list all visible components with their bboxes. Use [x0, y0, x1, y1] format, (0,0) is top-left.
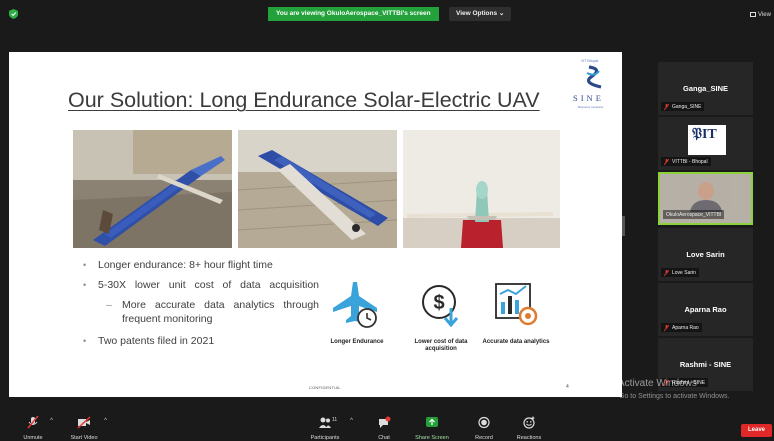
- muted-microphone-icon: [27, 415, 39, 429]
- participants-button[interactable]: 11 Participants ^: [305, 416, 353, 441]
- logo-name: SINE: [573, 93, 604, 103]
- chat-label: Chat: [378, 435, 390, 441]
- panel-resize-handle[interactable]: [622, 216, 625, 236]
- muted-mic-icon: [664, 269, 669, 276]
- record-label: Record: [475, 435, 493, 441]
- vit-logo-avatar: 𝔓IT: [688, 125, 726, 155]
- participant-name: Aparna Rao: [684, 305, 727, 314]
- logo-top-text: VIT Bhopal: [581, 59, 599, 63]
- reactions-button[interactable]: Reactions: [514, 416, 544, 441]
- video-off-icon: [77, 416, 91, 429]
- feature-label: Accurate data analytics: [482, 339, 550, 345]
- sine-swirl-icon: [586, 65, 602, 89]
- participant-label-text: Ganga_SINE: [672, 103, 702, 110]
- chevron-up-icon[interactable]: ^: [104, 418, 107, 424]
- security-shield-icon[interactable]: [9, 9, 18, 19]
- feature-lower-cost: $ Lower cost of data acquisition: [402, 278, 480, 353]
- leave-button[interactable]: Leave: [741, 424, 772, 437]
- participants-count: 11: [332, 417, 338, 423]
- grid-icon: [750, 12, 756, 17]
- participant-tile[interactable]: Love Sarin Love Sarin: [658, 228, 753, 281]
- dollar-down-icon: $: [422, 285, 459, 328]
- slide-page-number: 4: [566, 384, 569, 390]
- uav-photo-floor: [238, 130, 397, 248]
- share-screen-label: Share Screen: [415, 435, 449, 441]
- start-video-button[interactable]: Start Video ^: [67, 416, 107, 441]
- top-bar: You are viewing OkuloAerospace_VITTBI's …: [0, 0, 774, 28]
- share-screen-icon: [426, 417, 438, 427]
- chat-button[interactable]: Chat: [373, 416, 395, 441]
- vit-logo-mark: 𝔓IT: [692, 127, 717, 142]
- participant-name: Rashmi - SINE: [679, 360, 732, 369]
- bullet-list: Longer endurance: 8+ hour flight time 5-…: [79, 258, 319, 354]
- participant-label-text: OkuloAerospace_VITTBI: [666, 211, 722, 218]
- participant-tile[interactable]: 𝔓IT VITTBI - Bhopal: [658, 117, 753, 170]
- feature-label: Lower cost of data acquisition: [414, 339, 468, 352]
- participant-video: [680, 178, 732, 212]
- participant-label: Love Sarin: [661, 268, 699, 277]
- record-button[interactable]: Record: [472, 416, 496, 441]
- sub-bullet-item: More accurate data analytics through fre…: [79, 298, 319, 326]
- activate-windows-subtext: Go to Settings to activate Windows.: [619, 393, 730, 400]
- bullet-item: Two patents filed in 2021: [79, 334, 319, 348]
- view-layout-button[interactable]: View: [750, 12, 771, 18]
- uav-photo-table: [403, 130, 560, 248]
- participant-label-text: VITTBI - Bhopal: [672, 158, 708, 165]
- participant-label-text: Aparna Rao: [672, 324, 699, 331]
- view-layout-label: View: [758, 12, 771, 18]
- share-screen-button[interactable]: Share Screen: [412, 416, 452, 441]
- participant-label: OkuloAerospace_VITTBI: [663, 210, 725, 219]
- participant-name: Love Sarin: [686, 250, 725, 259]
- chevron-up-icon[interactable]: ^: [50, 418, 53, 424]
- slide-title: Our Solution: Long Endurance Solar-Elect…: [68, 88, 540, 112]
- start-video-label: Start Video: [70, 435, 98, 441]
- participant-tile[interactable]: Ganga_SINE Ganga_SINE: [658, 62, 753, 115]
- uav-photo-patio: [73, 130, 232, 248]
- participant-tile-active-speaker[interactable]: OkuloAerospace_VITTBI: [658, 172, 753, 225]
- record-icon: [478, 416, 490, 429]
- sine-logo: VIT Bhopal SINE Business Incubator: [569, 56, 619, 116]
- muted-mic-icon: [664, 158, 669, 165]
- chevron-up-icon[interactable]: ^: [350, 418, 353, 424]
- chevron-down-icon: ⌄: [498, 10, 505, 17]
- reactions-label: Reactions: [516, 435, 542, 441]
- view-options-label: View Options: [456, 10, 498, 17]
- airplane-clock-icon: [333, 282, 377, 328]
- analytics-chart-icon: [495, 283, 538, 326]
- participant-tile[interactable]: Aparna Rao Aparna Rao: [658, 283, 753, 336]
- bullet-item: 5-30X lower unit cost of data acquisitio…: [79, 278, 319, 292]
- chat-icon: [379, 416, 391, 428]
- participant-label: VITTBI - Bhopal: [661, 157, 711, 166]
- participants-icon: [319, 417, 331, 428]
- feature-longer-endurance: Longer Endurance: [318, 278, 396, 346]
- logo-subtitle: Business Incubator: [578, 105, 604, 109]
- view-options-button[interactable]: View Options ⌄: [449, 7, 512, 21]
- muted-mic-icon: [664, 324, 669, 331]
- reactions-smiley-icon: [523, 416, 535, 429]
- participants-label: Participants: [310, 435, 340, 441]
- shared-slide: Our Solution: Long Endurance Solar-Elect…: [9, 52, 622, 397]
- activate-windows-watermark: Activate Windows: [618, 378, 697, 389]
- unmute-label: Unmute: [23, 435, 43, 441]
- confidential-footer: CONFIDENTIAL: [309, 385, 341, 390]
- meeting-toolbar: Unmute ^ Start Video ^ 11 Participants ^…: [0, 413, 774, 441]
- feature-label: Longer Endurance: [330, 339, 384, 345]
- svg-text:$: $: [433, 292, 444, 314]
- screen-share-banner: You are viewing OkuloAerospace_VITTBI's …: [268, 7, 439, 21]
- feature-accurate-analytics: Accurate data analytics: [477, 278, 555, 346]
- bullet-item: Longer endurance: 8+ hour flight time: [79, 258, 319, 272]
- unmute-button[interactable]: Unmute ^: [22, 415, 53, 441]
- participant-label-text: Love Sarin: [672, 269, 696, 276]
- participant-label: Aparna Rao: [661, 323, 702, 332]
- participant-label: Ganga_SINE: [661, 102, 705, 111]
- muted-mic-icon: [664, 103, 669, 110]
- participant-name: Ganga_SINE: [682, 84, 728, 93]
